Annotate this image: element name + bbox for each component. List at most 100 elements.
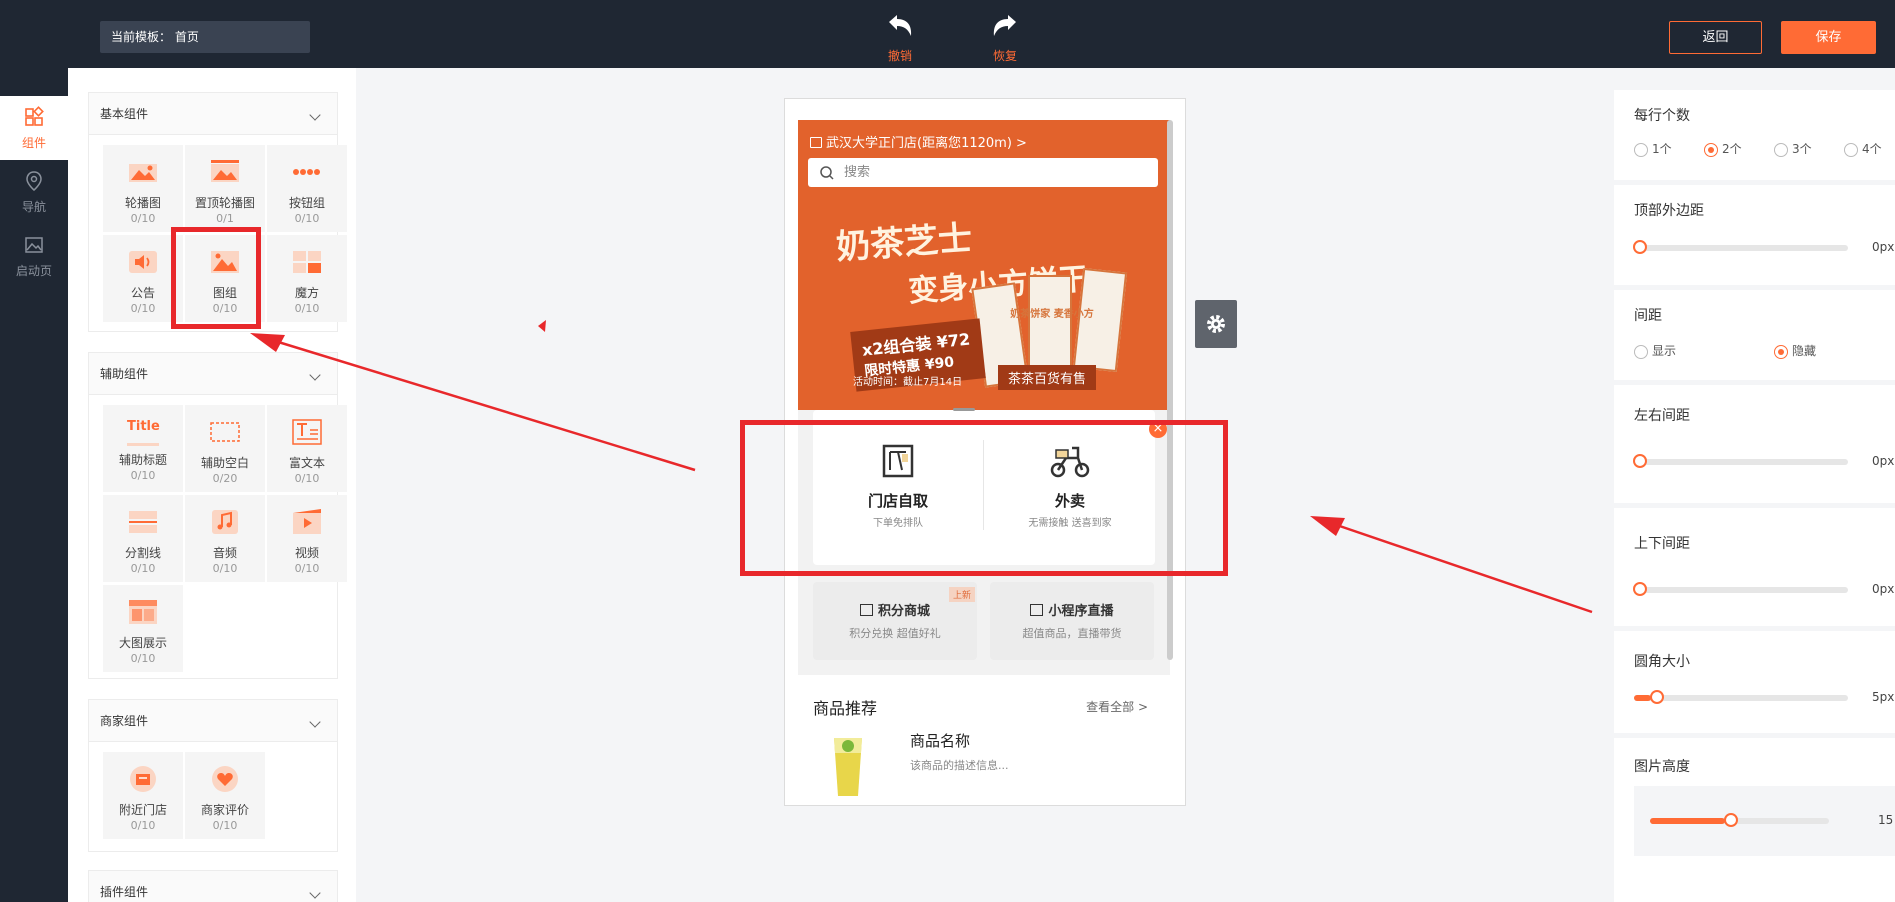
live-stream-card[interactable]: 小程序直播 超值商品，直播带货	[990, 582, 1154, 660]
template-selector[interactable]: 当前模板： 首页	[100, 21, 310, 53]
radio-option[interactable]: 4个	[1844, 140, 1882, 157]
hero-banner[interactable]: 武汉大学正门店(距离您1120m) > 搜索 奶茶芝士 变身小方饼干 奶茶饼家 …	[798, 120, 1170, 410]
tile-count: 0/1	[216, 212, 234, 225]
group-header[interactable]: 基本组件	[89, 93, 337, 135]
undo-label: 撤销	[887, 49, 912, 63]
slider-knob[interactable]	[1633, 454, 1647, 468]
radio-option-label: 隐藏	[1792, 344, 1817, 358]
setting-label: 每行个数	[1634, 108, 1690, 124]
radius-slider[interactable]	[1634, 690, 1848, 704]
slider-knob[interactable]	[1650, 690, 1664, 704]
radio-button[interactable]	[1844, 142, 1858, 157]
setting-label: 间距	[1634, 308, 1662, 324]
slider-knob[interactable]	[1633, 240, 1647, 254]
undo-icon	[889, 15, 912, 36]
undo-button[interactable]: 撤销	[885, 12, 915, 64]
tile-label: 按钮组	[288, 196, 325, 210]
radio-button-checked[interactable]	[1704, 142, 1718, 157]
store-location[interactable]: 武汉大学正门店(距离您1120m) >	[810, 132, 1027, 151]
tile-label: 富文本	[288, 456, 325, 470]
tile-count: 0/10	[294, 472, 320, 485]
group-header[interactable]: 插件组件	[89, 871, 337, 902]
radio-option[interactable]: 显示	[1634, 342, 1676, 359]
points-mall-card[interactable]: 上新 积分商城 积分兑换 超值好礼	[813, 582, 977, 660]
slider-value: 0px	[1872, 240, 1895, 254]
chevron-down-icon	[309, 109, 321, 121]
nav-item-navigation[interactable]: 导航	[0, 170, 68, 215]
setting-label: 圆角大小	[1634, 654, 1690, 670]
back-button[interactable]: 返回	[1669, 21, 1762, 54]
save-button[interactable]: 保存	[1781, 21, 1876, 54]
radio-option[interactable]: 2个	[1704, 140, 1742, 157]
radio-option[interactable]: 3个	[1774, 140, 1812, 157]
component-tile[interactable]: 音频 0/10	[185, 495, 265, 582]
setting-label: 顶部外边距	[1634, 203, 1704, 219]
tile-label: 分割线	[124, 546, 161, 560]
drag-handle[interactable]	[953, 408, 975, 411]
component-tile[interactable]: 辅助空白 0/20	[185, 405, 265, 492]
radio-option[interactable]: 隐藏	[1774, 342, 1816, 359]
nav-label-splash: 启动页	[15, 264, 52, 278]
tile-label: 置顶轮播图	[194, 196, 255, 210]
group-header[interactable]: 商家组件	[89, 700, 337, 742]
hero-slogan: 茶茶百货有售	[998, 365, 1097, 390]
group-header[interactable]: 辅助组件	[89, 353, 337, 395]
component-tile[interactable]: Title 辅助标题 0/10	[103, 405, 183, 492]
component-tile[interactable]: 附近门店 0/10	[103, 752, 183, 839]
tile-label: 魔方	[294, 286, 319, 300]
lr-spacing-slider[interactable]	[1633, 454, 1848, 468]
nav-label-navigation: 导航	[21, 200, 46, 214]
phone-scrollbar[interactable]	[1167, 120, 1173, 660]
component-tile[interactable]: 商家评价 0/10	[185, 752, 265, 839]
image-height-slider[interactable]	[1650, 813, 1829, 827]
tv-icon	[1030, 604, 1044, 616]
slider-fill	[1634, 695, 1651, 701]
product-image[interactable]	[828, 728, 868, 798]
redo-button[interactable]: 恢复	[990, 12, 1020, 64]
image-icon	[25, 237, 43, 253]
radio-option[interactable]: 1个	[1634, 140, 1672, 157]
slider-knob[interactable]	[1724, 813, 1738, 827]
search-input[interactable]: 搜索	[808, 158, 1158, 187]
radio-option-label: 显示	[1652, 344, 1677, 358]
slider-knob[interactable]	[1633, 582, 1647, 596]
nav-item-splash[interactable]: 启动页	[0, 234, 68, 279]
group-title: 商家组件	[100, 714, 149, 728]
settings-gear-button[interactable]	[1195, 300, 1237, 348]
component-tile[interactable]: 轮播图 0/10	[103, 145, 183, 232]
top-margin-slider[interactable]	[1633, 240, 1848, 254]
video-icon	[293, 509, 321, 534]
tile-label: 商家评价	[200, 803, 249, 817]
radio-button[interactable]	[1634, 142, 1648, 157]
nav-label-components: 组件	[21, 136, 46, 150]
radio-button[interactable]	[1634, 344, 1648, 359]
points-mall-title: 积分商城	[877, 604, 930, 619]
divider-icon	[129, 511, 157, 533]
carousel-icon	[129, 164, 157, 182]
ud-spacing-slider[interactable]	[1633, 582, 1848, 596]
group-plugin: 插件组件	[88, 870, 338, 902]
top-bar: 当前模板： 首页 撤销 恢复 返回 保存	[0, 0, 1895, 68]
product-description: 该商品的描述信息...	[910, 759, 1009, 772]
settings-panel: 每行个数 1个 2个 3个 4个 顶部外边距 0px 间距 显示 隐藏 左右间距…	[1614, 68, 1895, 902]
component-tile[interactable]: 分割线 0/10	[103, 495, 183, 582]
redo-icon	[993, 15, 1016, 36]
component-tile[interactable]: 魔方 0/10	[267, 235, 347, 322]
component-tile[interactable]: 置顶轮播图 0/1	[185, 145, 265, 232]
nav-item-components[interactable]: 组件	[0, 96, 68, 160]
view-all-link[interactable]: 查看全部 >	[1086, 698, 1148, 715]
component-tile[interactable]: 大图展示 0/10	[103, 585, 183, 672]
group-auxiliary: 辅助组件 Title 辅助标题 0/10 辅助空白 0/20 富文本 0/10 …	[88, 352, 347, 679]
product-name: 商品名称	[910, 732, 971, 750]
radio-button-checked[interactable]	[1774, 344, 1788, 359]
setting-label: 左右间距	[1634, 408, 1690, 424]
product-text: 奶茶饼家 麦香小方	[1010, 309, 1094, 320]
live-stream-title: 小程序直播	[1048, 604, 1114, 619]
radio-button[interactable]	[1774, 142, 1788, 157]
radio-group: 显示 隐藏	[1634, 342, 1894, 362]
setting-top-margin: 顶部外边距 0px	[1614, 185, 1895, 285]
component-tile[interactable]: 视频 0/10	[267, 495, 347, 582]
component-tile[interactable]: 富文本 0/10	[267, 405, 347, 492]
component-tile[interactable]: 按钮组 0/10	[267, 145, 347, 232]
speaker-icon	[129, 251, 157, 273]
